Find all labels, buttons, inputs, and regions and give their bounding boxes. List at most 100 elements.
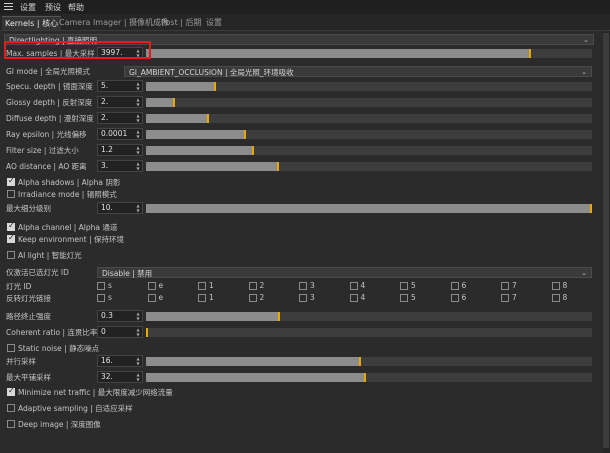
light-link-invert-checkbox[interactable] bbox=[551, 294, 560, 302]
ai-light-checkbox[interactable] bbox=[7, 251, 15, 259]
light-id-checkbox[interactable] bbox=[198, 282, 206, 290]
adaptive-sampling-checkbox[interactable] bbox=[7, 404, 15, 412]
light-id-behavior-dropdown[interactable]: Disable | 禁用 ⌄ bbox=[97, 267, 592, 278]
tab-kernels[interactable]: Kernels | 核心 bbox=[2, 16, 62, 30]
slider-handle[interactable] bbox=[252, 146, 254, 155]
parallel-samples-input[interactable]: 16. ▲ ▼ bbox=[97, 355, 143, 367]
hamburger-menu-icon[interactable] bbox=[4, 3, 13, 11]
slider-handle[interactable] bbox=[590, 204, 592, 213]
light-id-checkbox[interactable] bbox=[299, 282, 307, 290]
keep-environment-checkbox[interactable] bbox=[7, 233, 15, 243]
glossy-depth-input[interactable]: 2. ▲ ▼ bbox=[97, 96, 143, 108]
slider-handle[interactable] bbox=[529, 49, 531, 58]
light-id-checkbox[interactable] bbox=[551, 282, 560, 290]
path-term-power-input[interactable]: 0.3 ▲ ▼ bbox=[97, 310, 143, 322]
parallel-samples-slider[interactable] bbox=[146, 357, 592, 366]
spinner-arrows-icon[interactable]: ▲ ▼ bbox=[135, 97, 141, 107]
spinner-arrows-icon[interactable]: ▲ ▼ bbox=[135, 129, 141, 139]
minimize-net-traffic-row: Minimize net traffic | 最大限度减少网络流量 bbox=[0, 386, 598, 400]
scrollbar-thumb[interactable] bbox=[603, 33, 609, 448]
vertical-scrollbar[interactable] bbox=[602, 31, 610, 453]
max-samples-slider[interactable] bbox=[146, 49, 592, 58]
slider-handle[interactable] bbox=[146, 328, 148, 337]
coherent-ratio-slider[interactable] bbox=[146, 328, 592, 337]
parallel-samples-row: 并行采样 16. ▲ ▼ bbox=[0, 355, 598, 369]
specular-depth-slider[interactable] bbox=[146, 82, 592, 91]
light-id-checkbox[interactable] bbox=[450, 282, 459, 290]
chevron-down-icon: ⌄ bbox=[581, 68, 587, 76]
spinner-arrows-icon[interactable]: ▲ ▼ bbox=[135, 311, 141, 321]
max-subdivision-slider[interactable] bbox=[146, 204, 592, 213]
minimize-net-traffic-checkbox[interactable] bbox=[7, 386, 15, 396]
ray-epsilon-slider[interactable] bbox=[146, 130, 592, 139]
filter-size-input[interactable]: 1.2 ▲ ▼ bbox=[97, 144, 143, 156]
spinner-arrows-icon[interactable]: ▲ ▼ bbox=[135, 203, 141, 213]
light-link-invert-option-label: e bbox=[158, 293, 164, 302]
ao-distance-slider[interactable] bbox=[146, 162, 592, 171]
spinner-arrows-icon[interactable]: ▲ ▼ bbox=[135, 327, 141, 337]
deep-image-checkbox[interactable] bbox=[7, 420, 15, 428]
slider-handle[interactable] bbox=[207, 114, 209, 123]
spinner-arrows-icon[interactable]: ▲ ▼ bbox=[135, 81, 141, 91]
light-link-invert-checkbox[interactable] bbox=[349, 294, 358, 302]
light-link-invert-checkbox[interactable] bbox=[248, 294, 257, 302]
light-link-invert-checkbox[interactable] bbox=[400, 294, 408, 302]
light-link-invert-checkbox[interactable] bbox=[501, 294, 509, 302]
spinner-arrows-icon[interactable]: ▲ ▼ bbox=[135, 372, 141, 382]
coherent-ratio-input[interactable]: 0 ▲ ▼ bbox=[97, 326, 143, 338]
diffuse-depth-input[interactable]: 2. ▲ ▼ bbox=[97, 112, 143, 124]
path-term-power-value: 0.3 bbox=[101, 311, 113, 320]
light-id-checkbox[interactable] bbox=[501, 282, 509, 290]
spinner-arrows-icon[interactable]: ▲ ▼ bbox=[135, 356, 141, 366]
alpha-channel-checkbox[interactable] bbox=[7, 221, 15, 231]
light-link-invert-checkbox[interactable] bbox=[147, 294, 156, 302]
light-id-checkbox[interactable] bbox=[97, 282, 105, 290]
light-link-invert-checkbox[interactable] bbox=[450, 294, 459, 302]
light-link-invert-option-label: 2 bbox=[259, 293, 265, 302]
menu-settings[interactable]: 设置 bbox=[20, 2, 36, 13]
path-term-power-row: 路径终止强度 0.3 ▲ ▼ bbox=[0, 310, 598, 324]
static-noise-checkbox[interactable] bbox=[7, 344, 15, 352]
ao-distance-input[interactable]: 3. ▲ ▼ bbox=[97, 160, 143, 172]
spinner-arrows-icon[interactable]: ▲ ▼ bbox=[135, 113, 141, 123]
specular-depth-input[interactable]: 5. ▲ ▼ bbox=[97, 80, 143, 92]
light-id-checkbox[interactable] bbox=[400, 282, 408, 290]
spinner-arrows-icon[interactable]: ▲ ▼ bbox=[135, 145, 141, 155]
spinner-arrows-icon[interactable]: ▲ ▼ bbox=[135, 161, 141, 171]
light-link-invert-option-label: 6 bbox=[461, 293, 467, 302]
tab-post[interactable]: Post | 后期 bbox=[158, 16, 205, 29]
filter-size-value: 1.2 bbox=[101, 145, 113, 154]
deep-image-row: Deep image | 深度图像 bbox=[0, 418, 598, 432]
menu-presets[interactable]: 预设 bbox=[45, 2, 61, 13]
filter-size-slider[interactable] bbox=[146, 146, 592, 155]
slider-handle[interactable] bbox=[359, 357, 361, 366]
diffuse-depth-slider[interactable] bbox=[146, 114, 592, 123]
light-link-invert-checkbox[interactable] bbox=[198, 294, 206, 302]
slider-handle[interactable] bbox=[214, 82, 216, 91]
max-subdivision-input[interactable]: 10. ▲ ▼ bbox=[97, 202, 143, 214]
max-tile-samples-slider[interactable] bbox=[146, 373, 592, 382]
tab-camera-imager[interactable]: Camera Imager | 摄像机成像 bbox=[56, 16, 172, 29]
highlight-box bbox=[4, 41, 151, 59]
light-link-invert-checkbox[interactable] bbox=[299, 294, 307, 302]
slider-handle[interactable] bbox=[278, 312, 280, 321]
ray-epsilon-input[interactable]: 0.0001 ▲ ▼ bbox=[97, 128, 143, 140]
tab-settings[interactable]: 设置 bbox=[203, 16, 225, 29]
slider-handle[interactable] bbox=[173, 98, 175, 107]
light-id-checkbox[interactable] bbox=[147, 282, 156, 290]
glossy-depth-slider[interactable] bbox=[146, 98, 592, 107]
slider-handle[interactable] bbox=[364, 373, 366, 382]
menu-help[interactable]: 帮助 bbox=[68, 2, 84, 13]
irradiance-mode-row: Irradiance mode | 辐照模式 bbox=[0, 188, 598, 202]
light-id-checkbox[interactable] bbox=[349, 282, 358, 290]
slider-handle[interactable] bbox=[277, 162, 279, 171]
light-id-option-label: 1 bbox=[209, 281, 214, 290]
alpha-shadows-checkbox[interactable] bbox=[7, 176, 15, 186]
max-tile-samples-input[interactable]: 32. ▲ ▼ bbox=[97, 371, 143, 383]
slider-handle[interactable] bbox=[244, 130, 246, 139]
light-id-checkbox[interactable] bbox=[248, 282, 257, 290]
irradiance-mode-checkbox[interactable] bbox=[7, 190, 15, 198]
gi-mode-dropdown[interactable]: GI_AMBIENT_OCCLUSION | 全局光照_环境吸收 ⌄ bbox=[124, 66, 592, 77]
light-link-invert-checkbox[interactable] bbox=[97, 294, 105, 302]
path-term-power-slider[interactable] bbox=[146, 312, 592, 321]
